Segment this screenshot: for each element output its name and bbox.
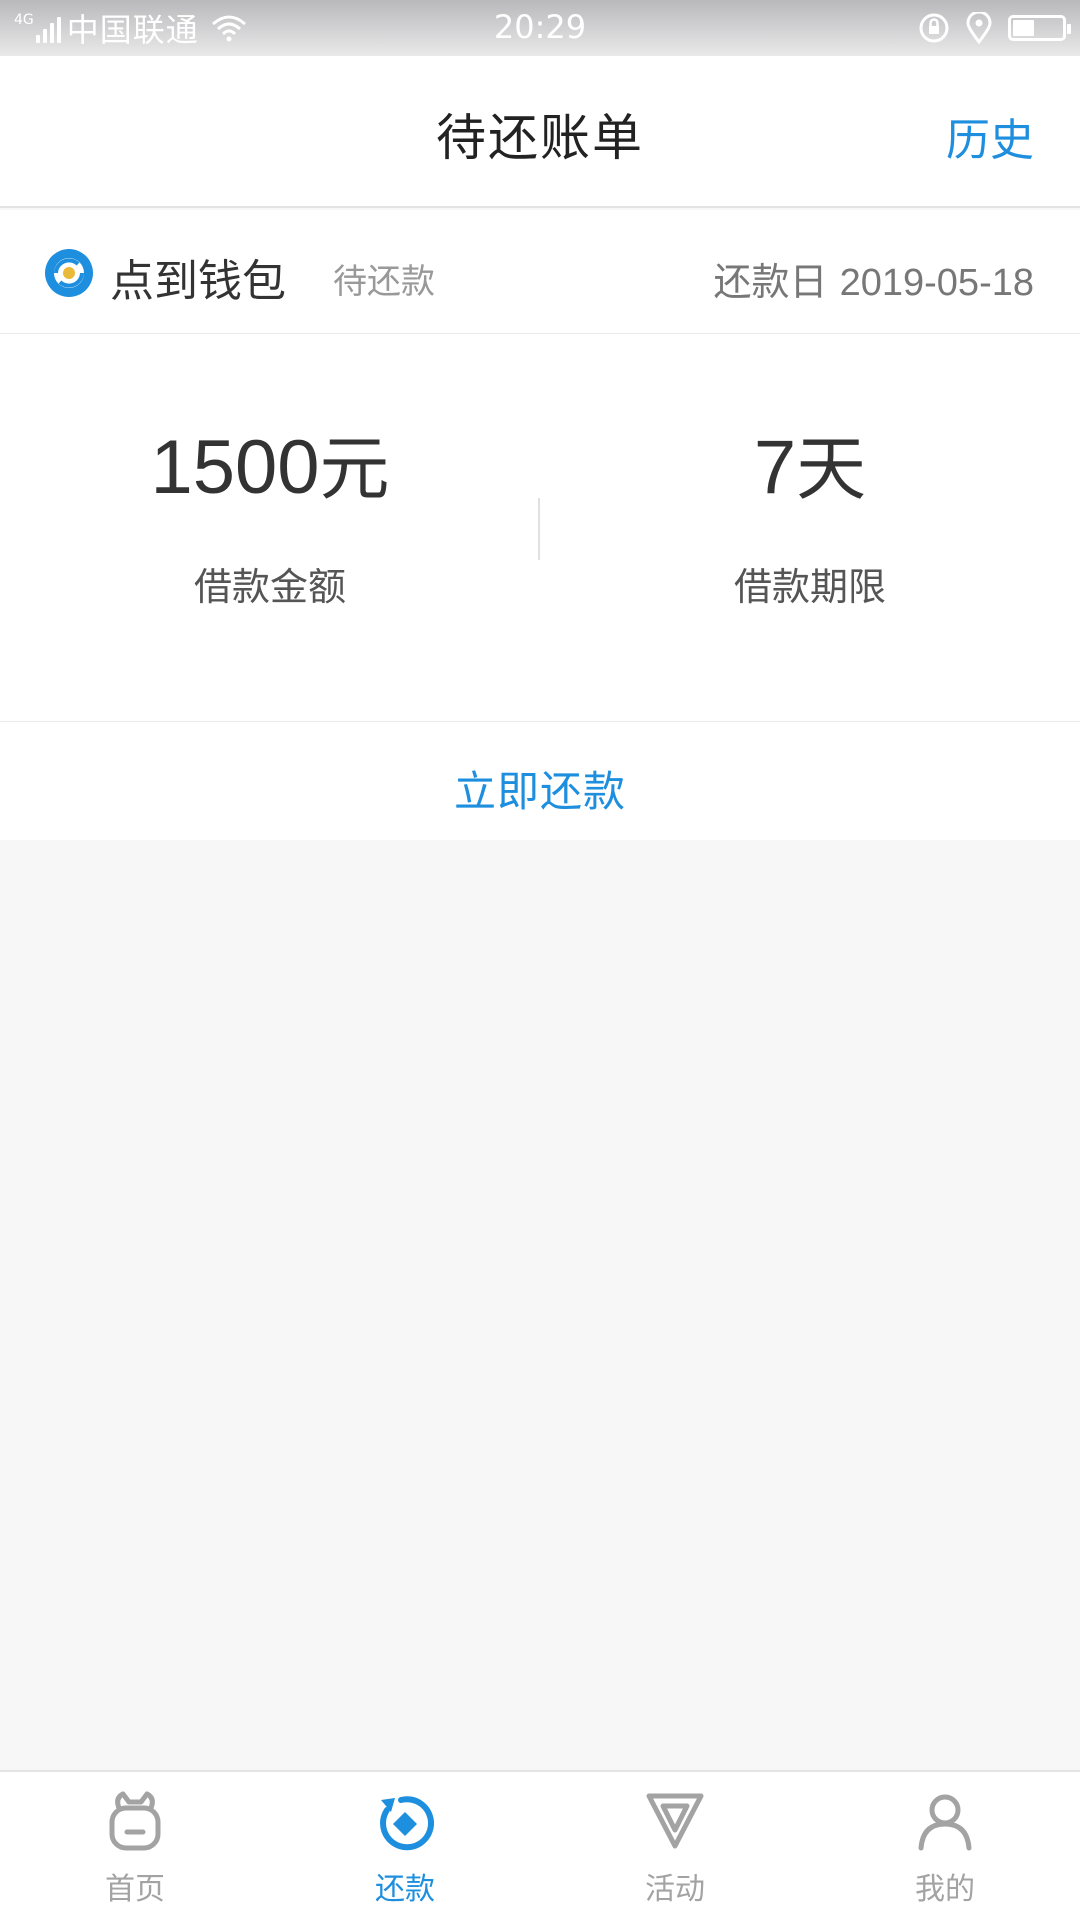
battery-icon [1008,15,1071,41]
loan-amount-number: 1500 [150,425,320,510]
status-right [918,8,1071,48]
page-title: 待还账单 [436,109,644,167]
nav-header: 待还账单 历史 [0,56,1080,208]
tab-activity[interactable]: 活动 [540,1772,810,1920]
due-date-value: 2019-05-18 [839,262,1034,304]
loan-amount-value: 1500元 [0,430,540,506]
loan-term-value: 7天 [540,430,1080,506]
repay-now-button[interactable]: 立即还款 [454,758,626,819]
profile-icon [918,1794,972,1851]
bill-card: 点到钱包 待还款 还款日 2019-05-18 1500元 借款金额 7天 借款… [0,210,1080,840]
loan-term-label: 借款期限 [733,565,886,609]
history-link[interactable]: 历史 [946,104,1034,168]
tab-repay[interactable]: 还款 [270,1772,540,1920]
location-icon [966,12,992,44]
tab-home-label: 首页 [105,1872,165,1907]
activity-icon [646,1793,704,1849]
loan-term: 7天 借款期限 [540,430,1080,611]
tab-repay-label: 还款 [375,1872,435,1907]
tab-home[interactable]: 首页 [0,1772,270,1920]
bottom-tab-bar: 首页 还款 活动 我的 [0,1770,1080,1920]
tab-profile-label: 我的 [915,1872,975,1907]
tab-activity-label: 活动 [645,1872,705,1907]
home-bag-icon [109,1791,161,1851]
loan-term-number: 7 [753,425,797,510]
bill-card-header: 点到钱包 待还款 还款日 2019-05-18 [0,210,1080,334]
tab-profile[interactable]: 我的 [810,1772,1080,1920]
screen: 4G 中国联通 20:29 待还账单 历史 点到钱包 待还款 还款日 2019-… [0,0,1080,1920]
brand-logo-icon [45,249,93,297]
loan-term-unit: 天 [796,428,867,510]
pay-row: 立即还款 [0,722,1080,840]
loan-amount-unit: 元 [319,428,390,510]
due-date: 还款日 2019-05-18 [714,251,1035,306]
battery-fill [1013,20,1034,36]
status-bar: 4G 中国联通 20:29 [0,0,1080,56]
repay-icon [380,1796,435,1851]
bill-summary: 1500元 借款金额 7天 借款期限 [0,334,1080,722]
loan-amount: 1500元 借款金额 [0,430,540,611]
loan-amount-label: 借款金额 [193,565,346,609]
rotation-lock-icon [919,13,949,43]
due-date-label: 还款日 [713,260,828,304]
brand-name: 点到钱包 [110,256,286,307]
bill-status: 待还款 [333,262,435,302]
